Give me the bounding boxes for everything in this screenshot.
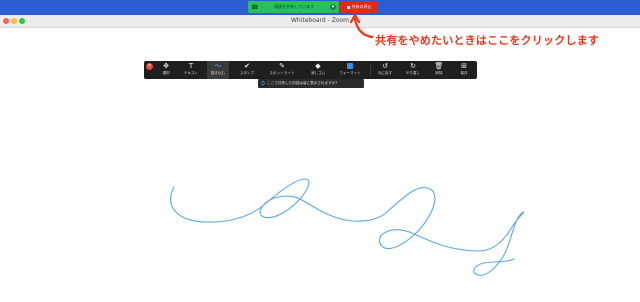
window-title-bar: Whiteboard - Zoom	[0, 15, 640, 28]
window-title: Whiteboard - Zoom	[290, 17, 350, 24]
phone-icon: ☎	[251, 3, 259, 11]
sharing-status-label: 画面を共有しています	[274, 4, 315, 9]
whiteboard-canvas[interactable]	[0, 29, 640, 302]
zoom-whiteboard-window: ☎ 画面を共有しています ▾ 共有の停止 Whiteboard - Zoom 共…	[0, 0, 640, 302]
stop-share-label: 共有の停止	[351, 4, 372, 9]
stop-icon	[346, 5, 350, 9]
share-options-icon[interactable]: ▾	[330, 4, 336, 10]
screen-share-bar: ☎ 画面を共有しています ▾ 共有の停止	[0, 0, 640, 15]
freehand-stroke	[169, 178, 525, 276]
stop-share-button[interactable]: 共有の停止	[340, 1, 378, 13]
sharing-status-pill[interactable]: ☎ 画面を共有しています ▾	[248, 1, 339, 13]
